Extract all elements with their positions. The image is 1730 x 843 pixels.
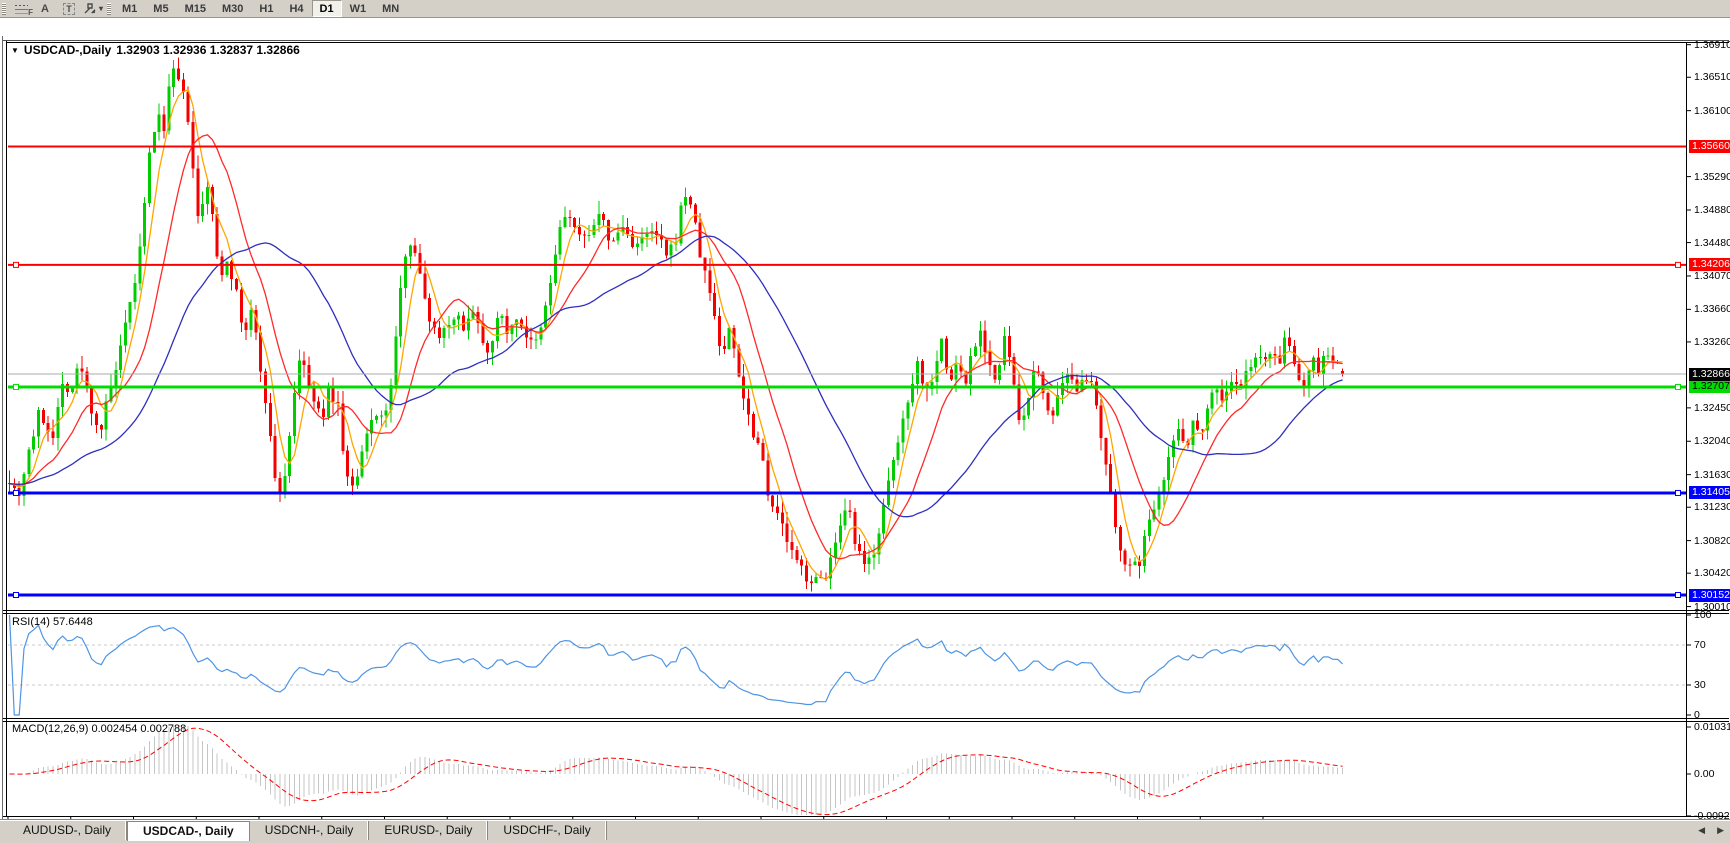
price-axis-tick-1.31230: 1.31230 xyxy=(1694,501,1730,513)
price-axis-tick-1.32450: 1.32450 xyxy=(1694,402,1730,414)
price-axis-tick-1.33260: 1.33260 xyxy=(1694,336,1730,348)
chart-window: ▼ USDCAD-,Daily 1.32903 1.32936 1.32837 … xyxy=(0,18,1730,819)
timeframe-button-m1[interactable]: M1 xyxy=(114,0,145,17)
macd-axis-tick-0.010311: 0.010311 xyxy=(1694,721,1730,733)
rsi-axis-tick-70: 70 xyxy=(1694,639,1706,651)
text-label-icon: T xyxy=(63,3,75,15)
mt4-window: F A T ▾ M1M5M15M30H1H4D1W1MN ▼ USDCAD-,D… xyxy=(0,0,1730,843)
chart-canvas[interactable] xyxy=(0,18,1730,843)
price-axis-tick-1.30820: 1.30820 xyxy=(1694,535,1730,547)
price-axis-tick-1.31630: 1.31630 xyxy=(1694,469,1730,481)
tab-scroll-buttons: ◀ ▶ xyxy=(1698,826,1724,835)
ma-fast-line xyxy=(10,90,1343,580)
text-tool-button[interactable]: A xyxy=(33,1,57,16)
price-axis-tick-1.35290: 1.35290 xyxy=(1694,171,1730,183)
arrows-icon xyxy=(83,3,97,15)
chart-tab-bar: AUDUSD-, DailyUSDCAD-, DailyUSDCNH-, Dai… xyxy=(0,819,1730,843)
chart-tab-usdcnhdaily[interactable]: USDCNH-, Daily xyxy=(250,821,370,840)
text-tool-icon: A xyxy=(41,3,49,15)
candles-layer xyxy=(8,58,1344,592)
arrows-tool-button[interactable]: ▾ xyxy=(81,1,105,16)
price-line-label-1.30152[interactable]: 1.30152 xyxy=(1689,589,1730,602)
top-toolbar: F A T ▾ M1M5M15M30H1H4D1W1MN xyxy=(0,0,1730,18)
macd-layer xyxy=(10,726,1343,815)
timeframe-button-group: M1M5M15M30H1H4D1W1MN xyxy=(114,0,407,17)
arrows-dropdown-caret[interactable]: ▾ xyxy=(99,4,103,13)
rsi-axis-tick-100: 100 xyxy=(1694,609,1712,621)
timeframe-toolbar-grip[interactable] xyxy=(107,3,111,15)
timeframe-button-w1[interactable]: W1 xyxy=(342,0,375,17)
price-axis-tick-1.36100: 1.36100 xyxy=(1694,105,1730,117)
toolbar-grip[interactable] xyxy=(2,3,6,15)
price-axis-tick-1.34070: 1.34070 xyxy=(1694,270,1730,282)
price-line-label-1.35660[interactable]: 1.35660 xyxy=(1689,140,1730,153)
chart-tab-eurusddaily[interactable]: EURUSD-, Daily xyxy=(369,821,488,840)
timeframe-button-d1[interactable]: D1 xyxy=(312,0,342,17)
rsi-axis-tick-0: 0 xyxy=(1694,709,1700,721)
current-price-label: 1.32866 xyxy=(1689,368,1730,381)
timeframe-button-m15[interactable]: M15 xyxy=(177,0,214,17)
macd-indicator-label: MACD(12,26,9) 0.002454 0.002788 xyxy=(12,723,186,735)
price-axis-tick-1.33660: 1.33660 xyxy=(1694,303,1730,315)
price-axis-tick-1.34880: 1.34880 xyxy=(1694,204,1730,216)
timeframe-button-m30[interactable]: M30 xyxy=(214,0,251,17)
fibonacci-icon xyxy=(15,4,28,14)
price-line-label-1.31405[interactable]: 1.31405 xyxy=(1689,486,1730,499)
timeframe-button-mn[interactable]: MN xyxy=(374,0,407,17)
fibonacci-tool-button[interactable]: F xyxy=(9,1,33,16)
tab-scroll-right-icon[interactable]: ▶ xyxy=(1717,826,1724,835)
chart-tabs: AUDUSD-, DailyUSDCAD-, DailyUSDCNH-, Dai… xyxy=(8,821,607,841)
price-axis-tick-1.36910: 1.36910 xyxy=(1694,39,1730,51)
rsi-indicator-label: RSI(14) 57.6448 xyxy=(12,616,93,628)
symbol-period-label: USDCAD-,Daily xyxy=(24,43,111,57)
price-line-label-1.32707[interactable]: 1.32707 xyxy=(1689,380,1730,393)
rsi-axis-tick-30: 30 xyxy=(1694,679,1706,691)
text-label-tool-button[interactable]: T xyxy=(57,1,81,16)
chart-tab-audusddaily[interactable]: AUDUSD-, Daily xyxy=(8,821,127,840)
symbol-dropdown-icon[interactable]: ▼ xyxy=(11,46,19,55)
macd-axis-tick-0.00: 0.00 xyxy=(1694,768,1714,780)
ma-medium-line xyxy=(10,135,1343,559)
price-axis-tick-1.30420: 1.30420 xyxy=(1694,567,1730,579)
chart-title: ▼ USDCAD-,Daily 1.32903 1.32936 1.32837 … xyxy=(11,43,300,57)
ma-slow-line xyxy=(10,236,1343,517)
rsi-line-layer xyxy=(10,615,1343,715)
chart-tab-usdchfdaily[interactable]: USDCHF-, Daily xyxy=(488,821,606,840)
price-axis-tick-1.32040: 1.32040 xyxy=(1694,435,1730,447)
ohlc-quotes: 1.32903 1.32936 1.32837 1.32866 xyxy=(116,43,300,57)
price-axis-tick-1.34480: 1.34480 xyxy=(1694,237,1730,249)
timeframe-button-h1[interactable]: H1 xyxy=(251,0,281,17)
timeframe-button-m5[interactable]: M5 xyxy=(145,0,176,17)
price-line-label-1.34206[interactable]: 1.34206 xyxy=(1689,258,1730,271)
chart-tab-usdcaddaily[interactable]: USDCAD-, Daily xyxy=(127,821,250,841)
price-axis-tick-1.36510: 1.36510 xyxy=(1694,71,1730,83)
timeframe-button-h4[interactable]: H4 xyxy=(281,0,311,17)
moving-averages-layer xyxy=(10,90,1343,580)
tab-scroll-left-icon[interactable]: ◀ xyxy=(1698,826,1705,835)
